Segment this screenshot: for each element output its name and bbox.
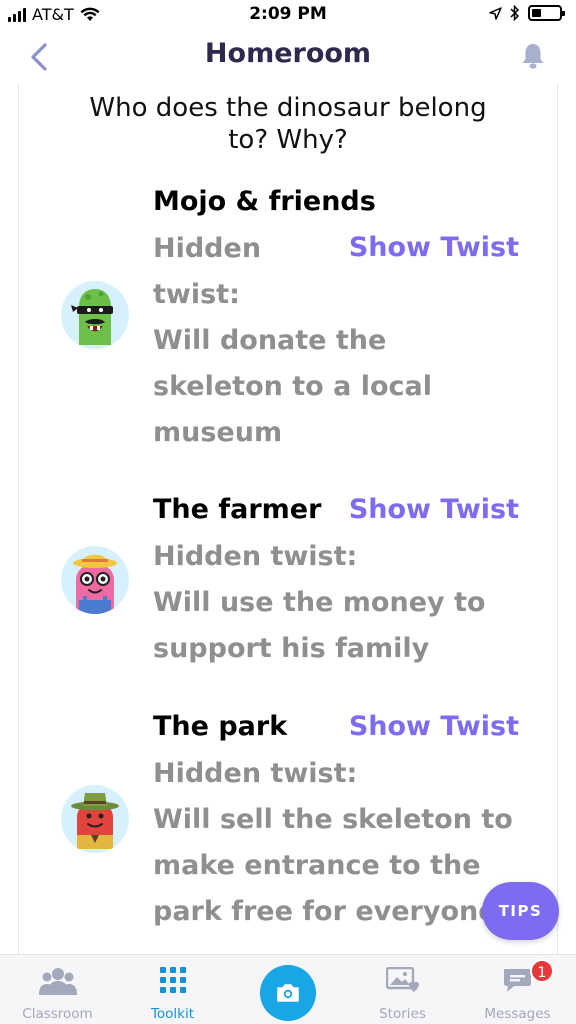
notifications-button[interactable] <box>520 42 546 70</box>
twist-line: Will donate the <box>153 325 387 356</box>
question-text: Who does the dinosaur belong to? Why? <box>19 92 557 156</box>
battery-icon <box>528 5 565 21</box>
twist-text: Hidden twist: Will donate the skeleton t… <box>153 226 432 456</box>
green-monster-ninja-avatar <box>61 281 129 349</box>
tab-messages[interactable]: 1 Messages <box>460 955 575 1024</box>
question-line-1: Who does the dinosaur belong <box>89 93 487 123</box>
page-title: Homeroom <box>204 38 372 69</box>
option-mojo-friends: Mojo & friends Show Twist Hidden twist: … <box>19 184 557 456</box>
unread-badge: 1 <box>530 959 554 983</box>
twist-text: Hidden twist: Will sell the skeleton to … <box>153 751 513 935</box>
show-twist-button[interactable]: Show Twist <box>349 494 519 525</box>
grid-icon <box>159 967 186 993</box>
twist-line: make entrance to the <box>153 850 481 881</box>
twist-text: Hidden twist: Will use the money to supp… <box>153 534 485 672</box>
tab-toolkit[interactable]: Toolkit <box>115 955 230 1024</box>
question-line-2: to? Why? <box>228 125 348 155</box>
red-monster-ranger-avatar <box>61 785 129 853</box>
show-twist-button[interactable]: Show Twist <box>349 711 519 742</box>
camera-button[interactable] <box>260 965 316 1021</box>
twist-line: Will use the money to <box>153 587 486 618</box>
status-bar: AT&T 2:09 PM <box>0 0 576 30</box>
people-icon <box>38 968 77 995</box>
twist-line: skeleton to a local <box>153 371 433 402</box>
status-right <box>489 5 565 21</box>
twist-line: Will sell the skeleton to <box>153 804 513 835</box>
camera-icon <box>277 984 299 1002</box>
tab-label: Toolkit <box>150 1006 195 1022</box>
tab-stories[interactable]: Stories <box>345 955 460 1024</box>
tab-label: Messages <box>484 1006 551 1022</box>
twist-line: park free for everyone <box>153 896 497 927</box>
tab-label: Stories <box>379 1006 426 1022</box>
location-arrow-icon <box>489 6 502 20</box>
twist-line: Hidden twist: <box>153 758 358 789</box>
twist-line: Hidden <box>153 233 262 264</box>
photo-heart-icon <box>385 967 419 992</box>
option-title: Mojo & friends <box>153 186 376 217</box>
tab-classroom[interactable]: Classroom <box>0 955 115 1024</box>
twist-line: Hidden twist: <box>153 541 358 572</box>
bluetooth-icon <box>510 5 520 21</box>
discussion-card: Who does the dinosaur belong to? Why? Mo… <box>18 84 558 954</box>
bell-icon <box>522 44 544 69</box>
tab-label: Classroom <box>22 1006 93 1022</box>
option-title: The park <box>153 711 288 742</box>
tips-button[interactable]: TIPS <box>482 882 559 940</box>
nav-header: Homeroom <box>0 30 576 84</box>
tab-bar: Classroom Toolkit Stories 1 Messages <box>0 954 576 1024</box>
option-the-farmer: The farmer Show Twist Hidden twist: Will… <box>19 492 557 692</box>
twist-line: twist: <box>153 279 240 310</box>
chat-bubble-icon <box>503 969 531 992</box>
twist-line: support his family <box>153 633 430 664</box>
option-title: The farmer <box>153 494 322 525</box>
twist-line: museum <box>153 417 283 448</box>
pink-monster-farmer-avatar <box>61 546 129 614</box>
option-the-park: The park Show Twist Hidden twist: Will s… <box>19 709 557 954</box>
